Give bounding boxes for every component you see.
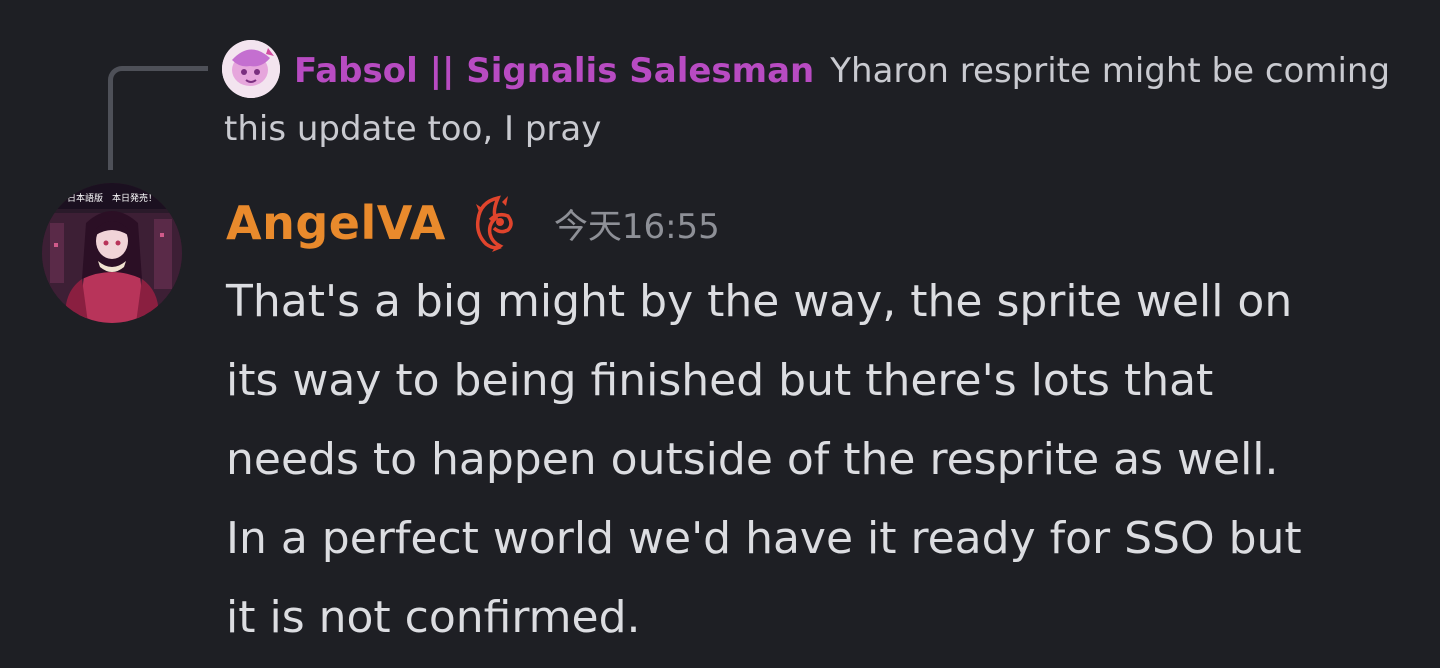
- author-name[interactable]: AngelVA: [226, 196, 446, 250]
- reply-preview[interactable]: Fabsol || Signalis Salesman Yharon respri…: [294, 46, 1390, 96]
- message-line: its way to being finished but there's lo…: [226, 355, 1214, 406]
- message-line: That's a big might by the way, the sprit…: [226, 276, 1293, 327]
- reply-connector: [108, 66, 208, 170]
- message-timestamp: 今天16:55: [553, 206, 720, 247]
- red-dragon-role-icon[interactable]: [468, 194, 518, 252]
- reply-text-continued: this update too, I pray: [224, 109, 602, 149]
- message-line: it is not confirmed.: [226, 592, 641, 643]
- reply-avatar[interactable]: [222, 40, 280, 98]
- anime-girl-avatar-icon: [42, 183, 182, 323]
- message-line: needs to happen outside of the resprite …: [226, 434, 1279, 485]
- reply-author-name[interactable]: Fabsol || Signalis Salesman: [294, 51, 814, 91]
- reply-text: Yharon resprite might be coming: [830, 51, 1391, 91]
- avatar-caption: 日本語版 本日発売！: [66, 194, 157, 204]
- pink-character-avatar-icon: [222, 40, 280, 98]
- author-avatar[interactable]: 日本語版 本日発売！: [42, 183, 182, 323]
- message-header: AngelVA 今天16:55: [226, 188, 720, 258]
- chat-message: Fabsol || Signalis Salesman Yharon respri…: [0, 0, 1440, 668]
- message-line: In a perfect world we'd have it ready fo…: [226, 513, 1302, 564]
- message-content: That's a big might by the way, the sprit…: [226, 262, 1406, 657]
